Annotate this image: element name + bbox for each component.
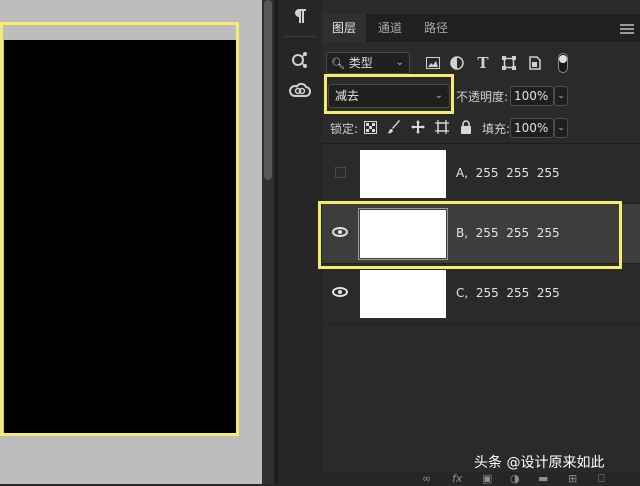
chevron-down-icon: ⌄ <box>395 57 404 68</box>
opacity-input[interactable]: 100% <box>510 86 554 106</box>
lock-row: 锁定: 填充: 100% ⌄ <box>322 114 640 142</box>
lock-pixels-icon[interactable] <box>386 119 402 135</box>
type-filter-icon[interactable]: T <box>474 54 492 72</box>
add-mask-icon[interactable]: ▣ <box>482 472 492 485</box>
filter-kind-select[interactable]: 🔍︎ 类型 ⌄ <box>326 52 410 74</box>
lock-artboard-icon[interactable] <box>434 119 450 135</box>
adjustment-layer-icon[interactable]: ◑ <box>510 472 520 485</box>
watermark: 头条 @设计原来如此 <box>474 455 605 471</box>
paragraph-icon[interactable] <box>286 2 314 30</box>
visibility-off-icon <box>334 166 346 178</box>
layer-style-icon[interactable]: fx <box>452 472 462 485</box>
panel-dock-strip <box>278 0 323 484</box>
layer-row-c[interactable]: C, 255 255 255 <box>322 264 640 324</box>
filter-kind-value: 类型 <box>348 56 373 70</box>
link-layers-icon[interactable]: ∞ <box>422 472 431 485</box>
blend-mode-highlight-box <box>324 74 454 114</box>
smart-object-filter-icon[interactable] <box>526 54 544 72</box>
tab-layers[interactable]: 图层 <box>322 14 366 42</box>
image-filter-icon[interactable] <box>424 54 442 72</box>
layer-name[interactable]: C, 255 255 255 <box>456 286 560 300</box>
visibility-toggle[interactable] <box>330 162 350 182</box>
tool-separator <box>284 36 316 37</box>
panel-tabs: 图层 通道 路径 <box>322 14 640 42</box>
eye-icon <box>332 287 348 297</box>
search-icon: 🔍︎ <box>331 57 345 70</box>
layer-row-a[interactable]: A, 255 255 255 <box>322 144 640 204</box>
new-group-icon[interactable]: ▬ <box>538 472 548 485</box>
lock-transparency-icon[interactable] <box>362 119 378 135</box>
lock-position-icon[interactable] <box>410 119 426 135</box>
fill-dropdown-button[interactable]: ⌄ <box>554 118 568 138</box>
fill-label: 填充: <box>482 122 511 136</box>
lock-label: 锁定: <box>330 122 359 136</box>
filter-toggle-icon[interactable] <box>554 53 572 73</box>
adjustment-filter-icon[interactable] <box>448 54 466 72</box>
shape-filter-icon[interactable] <box>500 54 518 72</box>
layer-thumbnail <box>360 150 446 198</box>
canvas-scrollbar-thumb[interactable] <box>264 0 272 180</box>
lock-all-icon[interactable] <box>458 119 474 135</box>
visibility-toggle[interactable] <box>330 282 350 302</box>
fill-input[interactable]: 100% <box>510 118 554 138</box>
creative-cloud-libraries-icon[interactable] <box>286 76 314 104</box>
canvas-highlight-box <box>0 22 239 436</box>
tab-channels[interactable]: 通道 <box>368 14 412 42</box>
new-layer-icon[interactable]: ⊞ <box>568 472 577 485</box>
opacity-dropdown-button[interactable]: ⌄ <box>554 86 568 106</box>
layer-thumbnail <box>360 270 446 318</box>
panel-menu-icon[interactable] <box>620 22 634 36</box>
tab-paths[interactable]: 路径 <box>414 14 458 42</box>
panel-bottom-toolbar: ∞ fx ▣ ◑ ▬ ⊞ ⎕ <box>322 472 640 485</box>
opacity-label: 不透明度: <box>456 90 509 104</box>
glyph-properties-icon[interactable] <box>286 46 314 74</box>
layer-b-highlight-box <box>318 201 622 269</box>
layer-name[interactable]: A, 255 255 255 <box>456 166 560 180</box>
